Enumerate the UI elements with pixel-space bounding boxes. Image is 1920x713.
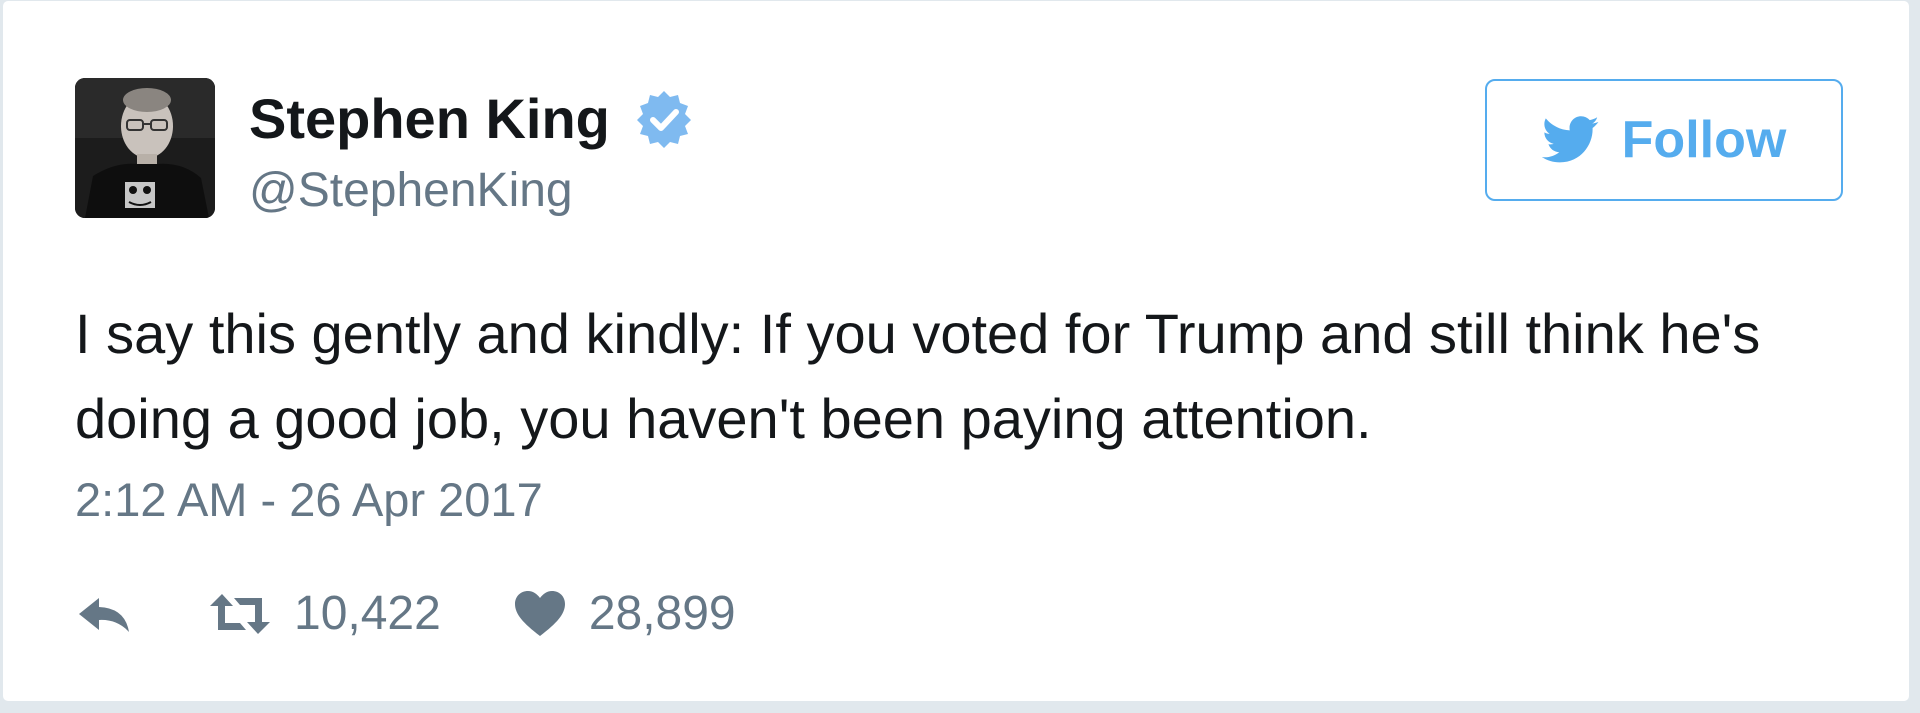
retweet-icon xyxy=(210,594,270,634)
retweet-count: 10,422 xyxy=(294,587,441,640)
tweet-text: I say this gently and kindly: If you vot… xyxy=(75,302,1761,450)
author-avatar[interactable] xyxy=(75,78,215,218)
retweet-button[interactable]: 10,422 xyxy=(208,590,441,638)
author-display-name[interactable]: Stephen King xyxy=(249,91,610,147)
tweet-card: Stephen King @StephenKing Follow I say t… xyxy=(2,0,1910,702)
reply-button[interactable] xyxy=(75,592,133,636)
like-count: 28,899 xyxy=(588,587,736,640)
author-handle[interactable]: @StephenKing xyxy=(249,167,573,215)
verified-badge-icon xyxy=(634,89,694,149)
tweet-timestamp[interactable]: 2:12 AM - 26 Apr 2017 xyxy=(75,476,543,523)
twitter-bird-icon xyxy=(1541,116,1599,163)
follow-button[interactable]: Follow xyxy=(1485,79,1843,201)
follow-button-label: Follow xyxy=(1621,111,1787,169)
tweet-actions: 10,422 28,899 xyxy=(75,584,736,644)
reply-icon xyxy=(79,598,129,632)
heart-icon xyxy=(514,591,565,636)
like-button[interactable]: 28,899 xyxy=(513,590,736,638)
author-name-row: Stephen King xyxy=(249,85,694,153)
avatar-image xyxy=(75,78,215,218)
